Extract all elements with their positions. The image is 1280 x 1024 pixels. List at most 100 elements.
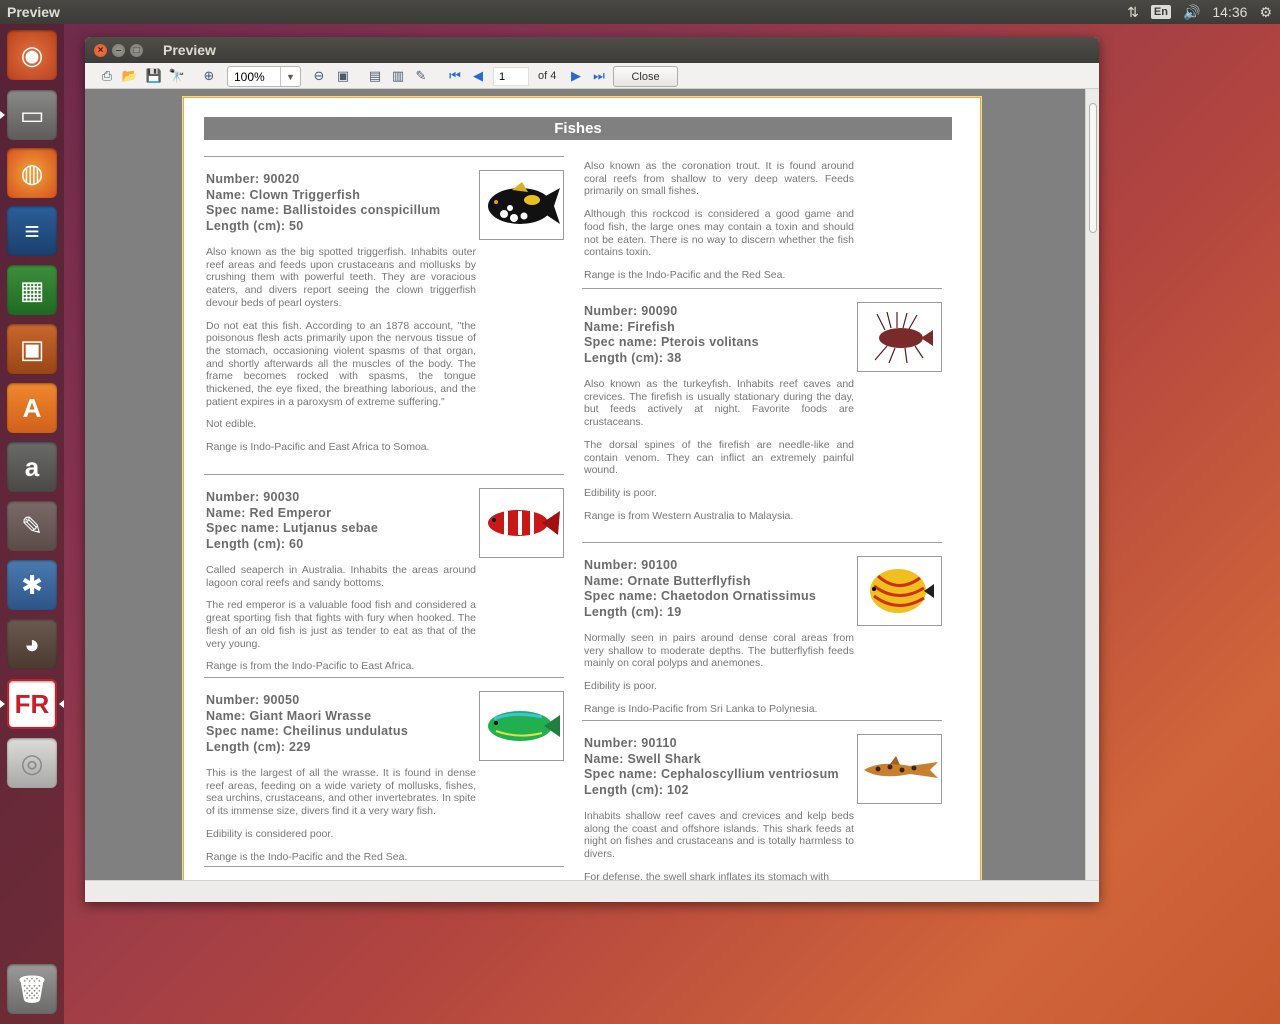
running-indicator [0, 111, 5, 119]
fish-name: Name: Ornate Butterflyfish [584, 573, 751, 588]
active-app-title: Preview [7, 4, 60, 20]
fastreport-icon[interactable]: FR [7, 679, 57, 729]
print-icon[interactable]: ⎙ [99, 68, 115, 84]
ubuntu-dash-icon[interactable]: ◉ [7, 30, 57, 80]
tweak-tool-icon[interactable]: ✱ [7, 560, 57, 610]
fish-length: Length (cm): 102 [584, 782, 689, 797]
fish-length: Length (cm): 60 [206, 536, 304, 551]
fish-description: For defense, the swell shark inflates it… [584, 870, 830, 880]
fish-spec-name: Spec name: Chaetodon Ornatissimus [584, 589, 817, 603]
fish-range: Range is from Western Australia to Malay… [584, 509, 794, 522]
system-settings-icon[interactable]: ✎ [7, 501, 57, 551]
report-title: Fishes [204, 117, 952, 140]
divider [204, 677, 564, 678]
fish-description: Inhabits shallow reef caves and crevices… [584, 810, 854, 861]
fish-description: Also known as the big spotted triggerfis… [206, 246, 476, 309]
fish-image-ornate-butterflyfish [857, 556, 942, 626]
network-icon[interactable]: ⇅ [1127, 4, 1139, 21]
fish-record-continued: Also known as the coronation trout. It i… [584, 160, 854, 282]
fish-number: Number: 90100 [584, 558, 678, 572]
fish-edibility: Not edible. [206, 418, 257, 431]
fish-image-firefish [857, 302, 942, 372]
divider [582, 288, 942, 289]
fish-description: Called seaperch in Australia. Inhabits t… [206, 564, 476, 589]
fish-record: Number: 90090 Name: Firefish Spec name: … [584, 304, 854, 522]
fish-length: Length (cm): 19 [584, 604, 682, 619]
prev-page-icon[interactable]: ◀ [470, 68, 486, 84]
fish-record: Number: 90110 Name: Swell Shark Spec nam… [584, 736, 854, 880]
window-close-icon[interactable]: × [94, 43, 107, 57]
next-page-icon[interactable]: ▶ [568, 68, 584, 84]
fish-spec-name: Spec name: Lutjanus sebae [206, 521, 379, 535]
fish-length: Length (cm): 38 [584, 350, 682, 365]
divider [204, 474, 564, 475]
window-titlebar[interactable]: × – □ Preview [85, 37, 1099, 63]
fish-description: Normally seen in pairs around dense cora… [584, 632, 854, 670]
report-viewer[interactable]: Fishes Number: 90020 Name: Clown Trigger… [85, 89, 1085, 880]
fish-edibility: Edibility is poor. [584, 680, 657, 693]
find-icon[interactable]: 🔭 [169, 68, 185, 84]
calc-icon[interactable]: ▦ [7, 265, 57, 315]
page-number-input[interactable]: 1 [493, 67, 529, 86]
thumbnails-icon[interactable]: ▥ [390, 68, 406, 84]
divider [582, 542, 942, 543]
fish-description: Do not eat this fish. According to an 18… [206, 319, 476, 408]
firefox-icon[interactable]: ◍ [7, 148, 57, 198]
fish-number: Number: 90030 [206, 490, 300, 504]
window-title: Preview [163, 42, 216, 58]
volume-icon[interactable]: 🔊 [1183, 4, 1200, 21]
zoom-select[interactable]: 100% ▼ [227, 66, 301, 87]
fish-number: Number: 90050 [206, 693, 300, 707]
edit-page-icon[interactable]: ✎ [413, 68, 429, 84]
chevron-down-icon[interactable]: ▼ [280, 67, 300, 86]
amazon-icon[interactable]: a [7, 442, 57, 492]
preview-toolbar: ⎙ 📂 💾 🔭 ⊕ 100% ▼ ⊖ ▣ ▤ ▥ ✎ ⏮ ◀ 1 of 4 ▶ … [85, 63, 1099, 89]
fish-image-clown-triggerfish [479, 170, 564, 240]
window-maximize-icon[interactable]: □ [130, 43, 143, 57]
full-screen-icon[interactable]: ▣ [335, 68, 351, 84]
fish-name: Name: Giant Maori Wrasse [206, 708, 372, 723]
fish-name: Name: Red Emperor [206, 505, 332, 520]
zoom-in-icon[interactable]: ⊕ [201, 68, 217, 84]
clock[interactable]: 14:36 [1212, 4, 1247, 20]
files-icon[interactable]: ▭ [7, 90, 57, 140]
fish-spec-name: Spec name: Cheilinus undulatus [206, 724, 409, 738]
power-gear-icon[interactable]: ⚙ [1259, 4, 1272, 21]
fish-range: Range is the Indo-Pacific and the Red Se… [584, 268, 786, 281]
fish-number: Number: 90020 [206, 172, 300, 186]
fish-range: Range is Indo-Pacific from Sri Lanka to … [584, 702, 818, 715]
writer-icon[interactable]: ≡ [7, 206, 57, 256]
gimp-icon[interactable]: ◕ [7, 619, 57, 669]
window-minimize-icon[interactable]: – [112, 43, 125, 57]
fish-number: Number: 90110 [584, 736, 677, 750]
fish-description: This is the largest of all the wrasse. I… [206, 767, 476, 818]
fish-edibility: Edibility is considered poor. [206, 827, 334, 840]
fish-image-red-emperor [479, 488, 564, 558]
save-icon[interactable]: 💾 [146, 68, 162, 84]
keyboard-layout-indicator[interactable]: En [1150, 5, 1171, 19]
divider [582, 720, 942, 721]
last-page-icon[interactable]: ⏭ [591, 68, 607, 84]
trash-icon[interactable]: 🗑 [7, 964, 57, 1014]
software-center-icon[interactable]: A [7, 383, 57, 433]
open-icon[interactable]: 📂 [122, 68, 138, 84]
zoom-out-icon[interactable]: ⊖ [311, 68, 327, 84]
first-page-icon[interactable]: ⏮ [447, 68, 463, 84]
vertical-scrollbar[interactable] [1085, 89, 1099, 880]
fish-range: Range is from the Indo-Pacific to East A… [206, 660, 415, 673]
fish-name: Name: Clown Triggerfish [206, 187, 361, 202]
fish-spec-name: Spec name: Ballistoides conspicillum [206, 203, 441, 217]
zoom-value: 100% [234, 69, 265, 84]
fish-description: Also known as the coronation trout. It i… [584, 160, 854, 198]
fish-record: Number: 90050 Name: Giant Maori Wrasse S… [206, 693, 476, 863]
dvd-icon[interactable]: ◎ [7, 738, 57, 788]
top-panel: Preview ⇅ En 🔊 14:36 ⚙ [0, 0, 1280, 24]
scrollbar-thumb[interactable] [1089, 103, 1097, 233]
impress-icon[interactable]: ▣ [7, 324, 57, 374]
close-button[interactable]: Close [613, 66, 678, 87]
outline-icon[interactable]: ▤ [367, 68, 383, 84]
status-bar [85, 880, 1099, 902]
fish-length: Length (cm): 50 [206, 218, 304, 233]
fish-record: Number: 90100 Name: Ornate Butterflyfish… [584, 558, 854, 716]
fish-name: Name: Swell Shark [584, 751, 701, 766]
